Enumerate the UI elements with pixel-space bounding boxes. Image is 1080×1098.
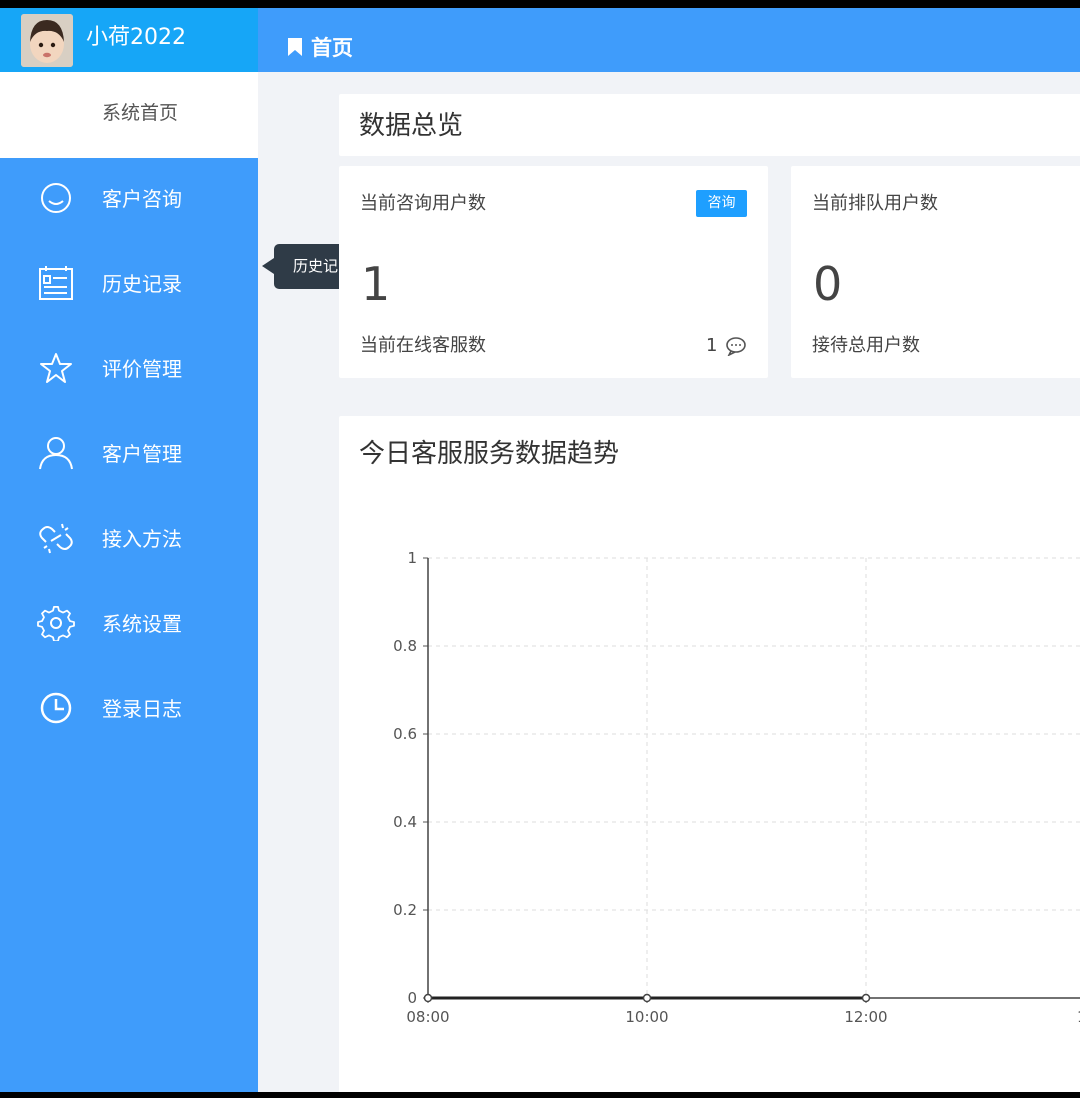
x-tick-label: 10:00 — [625, 1008, 668, 1026]
section-title: 数据总览 — [359, 111, 464, 141]
stat-sub-label: 接待总用户数 — [812, 335, 920, 356]
sidebar-item-settings[interactable]: 系统设置 — [0, 591, 258, 655]
app-window: 小荷2022 系统首页 客户咨询 历史记录 评价管理 客户管理 接入方法 系统设… — [0, 8, 1080, 1092]
top-bar: 首页 — [258, 8, 1080, 72]
clock-icon — [36, 690, 76, 726]
tooltip-arrow — [262, 258, 274, 274]
stat-title: 当前咨询用户数 — [360, 193, 486, 214]
sidebar-item-label: 系统设置 — [102, 612, 182, 636]
user-icon — [36, 435, 76, 471]
overview-card: 数据总览 — [339, 94, 1080, 156]
sidebar-item-label: 接入方法 — [102, 527, 182, 551]
sidebar: 小荷2022 系统首页 客户咨询 历史记录 评价管理 客户管理 接入方法 系统设… — [0, 8, 258, 1092]
sidebar-item-label: 登录日志 — [102, 697, 182, 721]
trend-chart: 00.20.40.60.8108:0010:0012:0014 — [393, 549, 1080, 1026]
stat-card-queue: 当前排队用户数 0 接待总用户数 — [791, 166, 1080, 378]
gear-icon — [36, 605, 76, 642]
stat-value: 0 — [813, 257, 843, 311]
y-tick-label: 0.6 — [393, 725, 417, 743]
y-tick-label: 0.4 — [393, 813, 417, 831]
sidebar-item-reviews[interactable]: 评价管理 — [0, 336, 258, 400]
sidebar-item-customers[interactable]: 客户管理 — [0, 421, 258, 485]
stat-card-consulting: 当前咨询用户数 咨询 1 当前在线客服数 1 — [339, 166, 768, 378]
stat-sub-label: 当前在线客服数 — [360, 335, 486, 356]
sidebar-item-label: 客户咨询 — [102, 187, 182, 211]
avatar[interactable] — [21, 14, 73, 67]
stat-title: 当前排队用户数 — [812, 193, 938, 214]
data-point — [861, 993, 871, 1003]
x-tick-label: 12:00 — [844, 1008, 887, 1026]
y-tick-label: 1 — [407, 549, 417, 567]
sidebar-item-history[interactable]: 历史记录 — [0, 251, 258, 315]
data-point — [423, 993, 433, 1003]
username: 小荷2022 — [86, 25, 186, 50]
stat-value: 1 — [361, 257, 391, 311]
y-tick-label: 0 — [407, 989, 417, 1007]
star-icon — [36, 350, 76, 386]
user-bar: 小荷2022 — [0, 8, 258, 72]
stat-sub-value: 1 — [706, 335, 718, 356]
sidebar-item-home[interactable]: 系统首页 — [0, 72, 258, 158]
link-icon — [36, 520, 76, 556]
x-tick-label: 08:00 — [406, 1008, 449, 1026]
smile-icon — [36, 180, 76, 216]
y-tick-label: 0.8 — [393, 637, 417, 655]
y-tick-label: 0.2 — [393, 901, 417, 919]
bookmark-icon — [288, 38, 302, 56]
sidebar-item-customer-consult[interactable]: 客户咨询 — [0, 166, 258, 230]
sidebar-item-login-log[interactable]: 登录日志 — [0, 676, 258, 740]
status-badge: 咨询 — [696, 190, 747, 217]
chat-icon — [725, 336, 747, 357]
sidebar-item-label: 系统首页 — [102, 102, 179, 124]
history-list-icon — [36, 265, 76, 301]
sidebar-item-label: 客户管理 — [102, 442, 182, 466]
sidebar-item-label: 评价管理 — [102, 357, 182, 381]
sidebar-item-integration[interactable]: 接入方法 — [0, 506, 258, 570]
sidebar-item-label: 历史记录 — [102, 272, 182, 296]
data-point — [642, 993, 652, 1003]
tab-home[interactable]: 首页 — [311, 33, 353, 63]
